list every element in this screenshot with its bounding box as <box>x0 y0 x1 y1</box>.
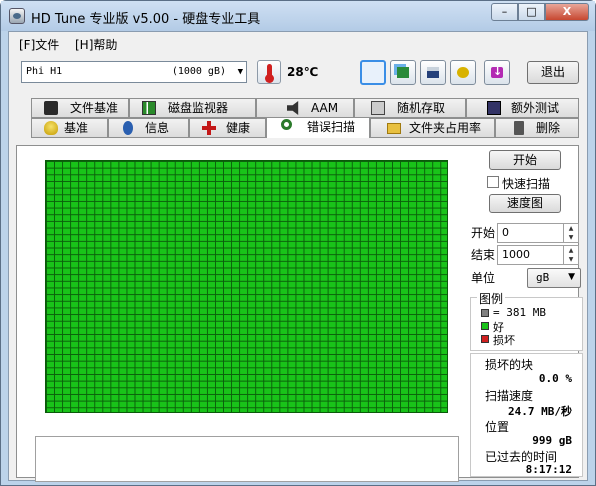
tab-label: 基准 <box>64 121 89 135</box>
start-label: 开始 <box>471 226 496 240</box>
quick-scan-label: 快速扫描 <box>502 177 551 191</box>
tab-label: 健康 <box>226 121 251 135</box>
scan-stats-box: 损坏的块 0.0 % 扫描速度 24.7 MB/秒 位置 999 gB 已过去的… <box>470 353 583 477</box>
tab-file-benchmark[interactable]: 文件基准 <box>31 98 129 118</box>
maximize-button[interactable]: □ <box>518 3 545 21</box>
drive-name: Phi H1 <box>26 66 63 77</box>
end-label: 结束 <box>471 248 496 262</box>
scan-log[interactable] <box>35 436 459 482</box>
legend-title: 图例 <box>477 290 506 307</box>
bad-blocks-value: 0.0 % <box>538 372 572 385</box>
folder-icon <box>387 123 401 134</box>
menu-help[interactable]: [H]帮助 <box>75 36 117 53</box>
tab-label: 文件基准 <box>70 101 119 115</box>
unit-label: 单位 <box>471 271 496 285</box>
unit-select[interactable]: gB ▼ <box>527 268 581 288</box>
bulb-icon <box>44 121 58 135</box>
minimize-button[interactable]: – <box>491 3 518 21</box>
tab-aam[interactable]: AAM <box>256 98 354 118</box>
block-swatch-icon <box>481 309 489 317</box>
quick-scan-checkbox[interactable] <box>487 176 499 188</box>
window-controls: – □ X <box>491 3 589 21</box>
scan-block-map <box>45 160 448 413</box>
close-button[interactable]: X <box>545 3 589 21</box>
download-icon <box>491 65 503 78</box>
menu-file[interactable]: [F]文件 <box>19 36 59 53</box>
legend-bad: 损坏 <box>493 334 515 347</box>
chevron-down-icon: ▼ <box>237 67 243 77</box>
app-window: HD Tune 专业版 v5.00 - 硬盘专业工具 – □ X [F]文件 [… <box>0 0 596 486</box>
hdtune-app-icon <box>9 8 25 24</box>
screenshot-button[interactable] <box>360 60 386 85</box>
legend-block-size: = 381 MB <box>493 306 546 319</box>
tab-folder-usage[interactable]: 文件夹占用率 <box>370 118 495 138</box>
position-label: 位置 <box>485 420 510 434</box>
start-scan-button[interactable]: 开始 <box>489 150 561 170</box>
tab-label: 删除 <box>536 121 561 135</box>
tab-label: 错误扫描 <box>307 120 356 134</box>
download-button[interactable] <box>484 60 510 85</box>
toolbar: Phi H1 (1000 gB) ▼ 28℃ 退出 <box>9 56 587 90</box>
good-swatch-icon <box>481 322 489 330</box>
disk-monitor-icon <box>142 101 156 115</box>
extra-tests-icon <box>487 101 501 115</box>
info-icon <box>123 121 133 135</box>
copy-info-button[interactable] <box>390 60 416 85</box>
end-spinner[interactable]: 1000 ▲ ▼ <box>497 245 579 265</box>
menu-bar: [F]文件 [H]帮助 <box>9 32 587 54</box>
tab-label: 文件夹占用率 <box>409 121 482 135</box>
start-value: 0 <box>502 226 509 239</box>
exit-button[interactable]: 退出 <box>527 61 579 84</box>
tab-extra-tests[interactable]: 额外测试 <box>466 98 579 118</box>
save-button[interactable] <box>420 60 446 85</box>
bad-swatch-icon <box>481 335 489 343</box>
scan-speed-value: 24.7 MB/秒 <box>508 405 572 418</box>
end-value: 1000 <box>502 248 530 261</box>
options-icon <box>457 67 469 78</box>
options-button[interactable] <box>450 60 476 85</box>
scan-speed-label: 扫描速度 <box>485 389 534 403</box>
tab-info[interactable]: 信息 <box>108 118 189 138</box>
tab-label: AAM <box>311 101 339 115</box>
elapsed-time-value: 8:17:12 <box>525 463 572 476</box>
tab-erase[interactable]: 删除 <box>495 118 579 138</box>
bad-blocks-label: 损坏的块 <box>485 358 534 372</box>
save-icon <box>427 67 439 78</box>
thermometer-icon <box>257 60 281 84</box>
tab-error-scan[interactable]: 错误扫描 <box>266 117 370 138</box>
chevron-down-icon: ▼ <box>568 272 575 282</box>
title-bar[interactable]: HD Tune 专业版 v5.00 - 硬盘专业工具 – □ X <box>1 1 595 31</box>
file-benchmark-icon <box>44 101 58 115</box>
drive-select[interactable]: Phi H1 (1000 gB) ▼ <box>21 61 247 83</box>
random-access-icon <box>371 101 385 115</box>
drive-size: (1000 gB) <box>171 66 226 77</box>
temperature-readout: 28℃ <box>287 65 319 79</box>
copy-icon <box>397 67 409 78</box>
legend-box: 图例 = 381 MB 好 损坏 <box>470 290 583 351</box>
position-value: 999 gB <box>532 434 572 447</box>
start-spinner[interactable]: 0 ▲ ▼ <box>497 223 579 243</box>
magnifier-icon <box>281 119 292 130</box>
tab-label: 额外测试 <box>511 101 560 115</box>
tab-benchmark[interactable]: 基准 <box>31 118 108 138</box>
tab-label: 信息 <box>145 121 170 135</box>
spinner-arrows-icon[interactable]: ▲ ▼ <box>563 224 578 242</box>
tab-label: 随机存取 <box>397 101 446 115</box>
client-area: [F]文件 [H]帮助 Phi H1 (1000 gB) ▼ 28℃ 退出 文件… <box>8 31 588 482</box>
window-title: HD Tune 专业版 v5.00 - 硬盘专业工具 <box>31 12 261 27</box>
trash-icon <box>514 121 524 135</box>
unit-value: gB <box>536 271 550 284</box>
speaker-icon <box>287 101 299 115</box>
tab-label: 磁盘监视器 <box>168 101 229 115</box>
spinner-arrows-icon[interactable]: ▲ ▼ <box>563 246 578 264</box>
error-scan-panel: 开始 快速扫描 速度图 开始 0 ▲ ▼ 结束 1000 ▲ ▼ 单位 gB ▼ 图… <box>16 145 583 482</box>
health-cross-icon <box>202 121 216 135</box>
speed-map-button[interactable]: 速度图 <box>489 194 561 213</box>
tab-disk-monitor[interactable]: 磁盘监视器 <box>129 98 256 118</box>
tab-health[interactable]: 健康 <box>189 118 266 138</box>
tab-random-access[interactable]: 随机存取 <box>354 98 466 118</box>
